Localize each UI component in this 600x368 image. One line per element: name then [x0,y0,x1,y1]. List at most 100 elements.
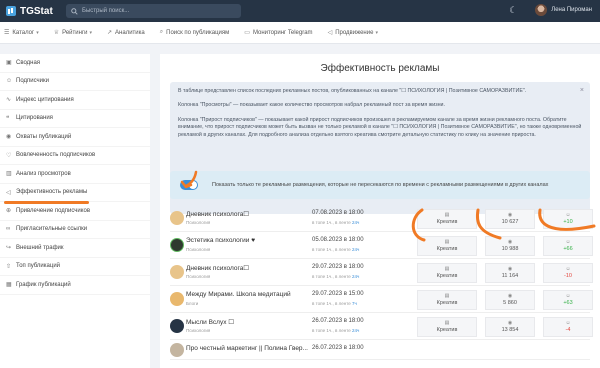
sidebar-item-subscribers[interactable]: ☺ Подписчики [0,73,150,91]
post-date[interactable]: 29.07.2023 в 15:00 [312,291,364,297]
growth-cell[interactable]: ☺ +63 [543,290,593,310]
creative-label: Креатив [436,300,458,306]
growth-cell[interactable]: ☺ +66 [543,236,593,256]
sidebar-item-citation-index[interactable]: ∿ Индекс цитирования [0,91,150,110]
link-icon: ∞ [6,226,11,233]
views-value: 11 164 [501,273,519,279]
post-date[interactable]: 05.08.2023 в 18:00 [312,237,364,243]
creative-button[interactable]: ▤ Креатив [417,290,477,310]
search-icon [71,7,78,15]
menu-analytics[interactable]: ↗ Аналитика [107,29,145,37]
list-icon: ☰ [4,30,10,36]
channel-avatar[interactable] [170,265,184,279]
views-value: 5 860 [503,300,517,306]
sidebar-item-top-posts[interactable]: ⇧ Топ публикаций [0,258,150,276]
close-icon[interactable]: × [580,87,584,94]
sidebar-item-ad-efficiency[interactable]: ◁ Эффективность рекламы [0,183,150,204]
channel-avatar[interactable] [170,342,184,357]
growth-value[interactable]: -10 [564,273,572,279]
growth-cell[interactable]: ☺ -10 [543,263,593,283]
megaphone-icon: ◁ [6,189,11,196]
logo[interactable]: TGStat [6,6,56,17]
creative-button[interactable]: ▤ Креатив [417,236,477,256]
chart-line-icon: ∿ [6,97,12,104]
channel-avatar[interactable] [170,238,184,252]
sidebar-item-summary[interactable]: ▣ Сводная [0,54,150,73]
toggle-label: Показать только те рекламные размещения,… [212,182,549,188]
post-date[interactable]: 29.07.2023 в 18:00 [312,264,364,270]
growth-cell[interactable]: ☺ +10 [543,209,593,229]
menu-label: Каталог [12,29,35,36]
menu-monitoring[interactable]: ▭ Мониторинг Telegram [244,29,312,37]
growth-value[interactable]: +66 [563,246,572,252]
creative-button[interactable]: ▤ Креатив [417,209,477,229]
sidebar-item-post-schedule[interactable]: ▦ График публикаций [0,276,150,295]
eye-icon: ◉ [507,320,513,326]
creative-label: Креатив [436,273,458,279]
post-date[interactable]: 07.08.2023 в 18:00 [312,210,364,216]
channel-avatar[interactable] [170,319,184,333]
dark-mode-icon[interactable]: ☾ [509,5,517,16]
sidebar-item-label: График публикаций [16,281,71,288]
post-meta-highlight: 24ч [351,328,360,333]
user-name[interactable]: Лена Пироман [551,7,592,13]
sidebar-item-engagement[interactable]: ♡ Вовлеченность подписчиков [0,147,150,165]
growth-value[interactable]: -4 [566,327,571,333]
channel-name[interactable]: Мысли Вслух ☐ [186,318,234,326]
menu-promotion[interactable]: ◁ Продвижение ▾ [328,29,378,37]
post-meta-text: в топе 1ч., в ленте [312,301,352,306]
non-overlap-toggle[interactable] [180,180,198,190]
monitor-icon: ▭ [244,30,250,36]
summary-icon: ▣ [6,60,12,67]
channel-name[interactable]: Эстетика психологии ♥ [186,237,255,244]
sidebar-item-citations[interactable]: ❝ Цитирования [0,110,150,128]
sidebar-item-views-analysis[interactable]: ▥ Анализ просмотров [0,165,150,184]
image-icon: ▤ [444,266,450,272]
channel-name[interactable]: Дневник психолога☐ [186,210,249,218]
image-icon: ▤ [444,293,450,299]
views-cell: ◉ 11 164 [485,263,535,283]
creative-button[interactable]: ▤ Креатив [417,317,477,337]
eye-icon: ◉ [6,134,12,141]
table-row: Дневник психолога☐ Психология 07.08.2023… [170,205,593,232]
views-cell: ◉ 10 988 [485,236,535,256]
arrow-icon: ↪ [6,245,12,252]
channel-category: Психология [186,274,211,279]
channel-avatar[interactable] [170,211,184,225]
views-cell: ◉ 10 627 [485,209,535,229]
channel-avatar[interactable] [170,292,184,306]
channel-name[interactable]: Про честный маркетинг || Полина Гвер... [186,345,308,352]
sidebar-item-label: Сводная [16,59,41,66]
post-meta-highlight: 24ч [351,220,360,225]
users-icon: ☺ [565,239,571,245]
channel-name[interactable]: Дневник психолога☐ [186,264,249,272]
growth-cell[interactable]: ☺ -4 [543,317,593,337]
channel-name[interactable]: Между Мирами. Школа медитаций [186,291,291,298]
menu-post-search[interactable]: ⌕ Поиск по публикациям [160,29,230,36]
views-value: 13 854 [501,327,519,333]
search-input[interactable]: Быстрый поиск... [66,4,241,18]
post-meta: в топе 1ч., в ленте 24ч [312,247,359,252]
sidebar-item-attraction[interactable]: ⊕ Привлечение подписчиков [0,202,150,221]
creative-button[interactable]: ▤ Креатив [417,263,477,283]
sidebar-item-invite-links[interactable]: ∞ Пригласительные ссылки [0,221,150,239]
sidebar-item-reach[interactable]: ◉ Охваты публикаций [0,128,150,147]
eye-icon: ◉ [507,293,513,299]
ads-table: Дневник психолога☐ Психология 07.08.2023… [170,205,593,360]
menu-catalog[interactable]: ☰ Каталог ▾ [4,29,39,37]
growth-value[interactable]: +63 [563,300,572,306]
creative-label: Креатив [436,246,458,252]
tgstat-logo-icon [6,6,16,16]
post-date[interactable]: 26.07.2023 в 18:00 [312,318,364,324]
avatar[interactable] [535,4,548,16]
views-cell: ◉ 5 860 [485,290,535,310]
chart-icon: ↗ [107,30,113,36]
post-meta-text: в топе 1ч., в ленте [312,220,352,225]
table-row: Мысли Вслух ☐ Психология 26.07.2023 в 18… [170,313,593,340]
views-cell: ◉ 13 854 [485,317,535,337]
sidebar-item-external-traffic[interactable]: ↪ Внешний трафик [0,239,150,258]
growth-value[interactable]: +10 [563,219,572,225]
menu-ratings[interactable]: ♕ Рейтинги ▾ [54,29,92,37]
post-meta-text: в топе 1ч., в ленте [312,274,352,279]
post-date[interactable]: 26.07.2023 в 18:00 [312,345,364,351]
